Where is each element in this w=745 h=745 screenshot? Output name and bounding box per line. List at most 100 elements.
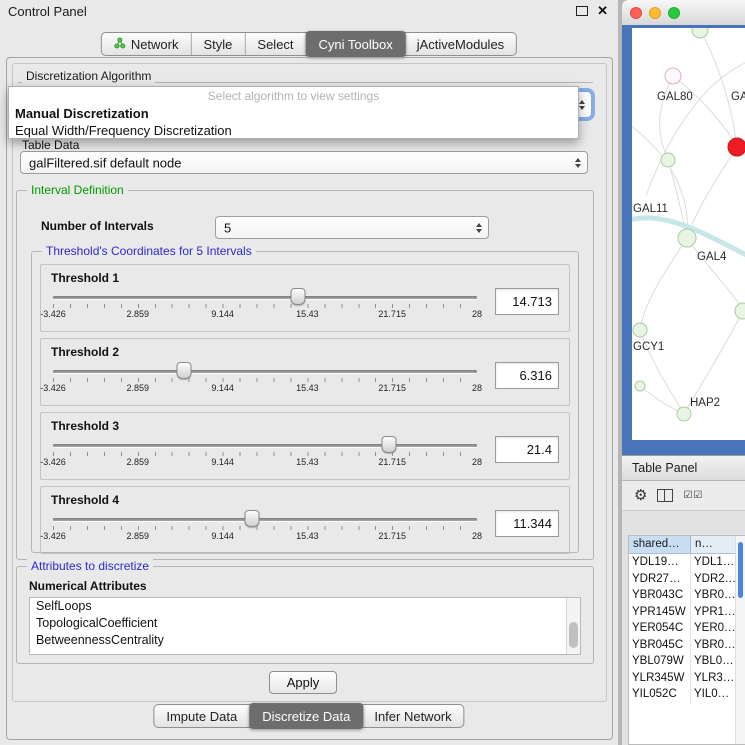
network-node[interactable] — [692, 28, 708, 38]
table-row[interactable]: YDR27…YDR2… — [629, 571, 745, 588]
table-cell[interactable]: YLR345W — [629, 670, 691, 687]
numerical-attributes-list[interactable]: SelfLoopsTopologicalCoefficientBetweenne… — [29, 597, 581, 655]
tab-select[interactable]: Select — [245, 33, 306, 55]
network-node[interactable] — [677, 407, 691, 421]
tab-infer-network[interactable]: Infer Network — [362, 705, 463, 727]
threshold-4-slider[interactable]: -3.4262.8599.14415.4321.71528 — [51, 509, 479, 547]
network-graph: GAL80 GA GAL11 GAL4 GCY1 HAP2 — [632, 28, 745, 440]
node-label: HAP2 — [690, 397, 720, 409]
table-cell[interactable]: YDR27… — [629, 571, 691, 588]
threshold-1-slider[interactable]: -3.4262.8599.14415.4321.71528 — [51, 287, 479, 325]
table-row[interactable]: YPR145WYPR1… — [629, 604, 745, 621]
slider-track[interactable] — [53, 518, 477, 521]
close-traffic-light-icon[interactable] — [630, 7, 642, 19]
network-node[interactable] — [633, 323, 647, 337]
table-cell[interactable]: YBR043C — [629, 587, 691, 604]
slider-ticks — [53, 304, 477, 308]
slider-track[interactable] — [53, 370, 477, 373]
threshold-3-value-field[interactable]: 21.4 — [495, 436, 559, 463]
dropdown-option-equal-width[interactable]: Equal Width/Frequency Discretization — [9, 122, 578, 139]
select-columns-icons[interactable]: ☑☑ — [683, 490, 703, 501]
node-table: shared… n… YDL19…YDL1…YDR27…YDR2…YBR043C… — [628, 535, 745, 745]
slider-thumb[interactable] — [176, 362, 191, 379]
table-row[interactable]: YIL052CYIL0… — [629, 686, 745, 703]
attribute-list-item[interactable]: TopologicalCoefficient — [30, 615, 580, 632]
table-row[interactable]: YDL19…YDL1… — [629, 554, 745, 571]
threshold-1-label: Threshold 1 — [51, 271, 119, 285]
number-of-intervals-combobox[interactable]: 5 — [215, 216, 489, 239]
scale-tick-label: 21.715 — [378, 457, 406, 467]
list-scrollbar[interactable] — [566, 598, 580, 654]
minimize-traffic-light-icon[interactable] — [649, 7, 661, 19]
table-data-combobox[interactable]: galFiltered.sif default node — [20, 151, 588, 174]
slider-scale-labels: -3.4262.8599.14415.4321.71528 — [53, 309, 477, 321]
network-window-titlebar[interactable] — [622, 0, 745, 26]
table-panel-title: Table Panel — [632, 461, 697, 475]
tab-jactivemodules[interactable]: jActiveModules — [405, 33, 516, 55]
scale-tick-label: -3.426 — [40, 383, 66, 393]
column-header-shared-name[interactable]: shared… — [629, 536, 691, 553]
network-node[interactable] — [635, 381, 645, 391]
scale-tick-label: -3.426 — [40, 531, 66, 541]
table-panel-header[interactable]: Table Panel — [622, 455, 745, 481]
number-of-intervals-label: Number of Intervals — [41, 219, 154, 233]
threshold-2-slider[interactable]: -3.4262.8599.14415.4321.71528 — [51, 361, 479, 399]
tab-style[interactable]: Style — [192, 33, 246, 55]
table-cell[interactable]: YIL052C — [629, 686, 691, 703]
number-of-intervals-value: 5 — [224, 220, 231, 235]
tab-label: Impute Data — [166, 709, 237, 724]
attribute-list-item[interactable]: BetweennessCentrality — [30, 632, 580, 649]
table-row[interactable]: YER054CYER0… — [629, 620, 745, 637]
scale-tick-label: 28 — [472, 309, 482, 319]
table-row[interactable]: YBL079WYBL0… — [629, 653, 745, 670]
table-row[interactable]: YLR345WYLR3… — [629, 670, 745, 687]
tab-network[interactable]: Network — [102, 33, 192, 55]
apply-button[interactable]: Apply — [269, 671, 337, 694]
slider-track[interactable] — [53, 444, 477, 447]
close-icon[interactable]: ✕ — [597, 3, 608, 19]
scale-tick-label: 15.43 — [296, 531, 319, 541]
slider-ticks — [53, 378, 477, 382]
slider-thumb[interactable] — [382, 436, 397, 453]
tab-label: Cyni Toolbox — [319, 37, 393, 52]
scale-tick-label: 21.715 — [378, 309, 406, 319]
tab-impute-data[interactable]: Impute Data — [154, 705, 250, 727]
attribute-list-item[interactable]: SelfLoops — [30, 598, 580, 615]
table-cell[interactable]: YBR045C — [629, 637, 691, 654]
float-window-icon[interactable] — [576, 6, 588, 16]
table-cell[interactable]: YDL19… — [629, 554, 691, 571]
slider-track[interactable] — [53, 296, 477, 299]
table-scrollbar[interactable] — [735, 536, 745, 744]
threshold-2-value-field[interactable]: 6.316 — [495, 362, 559, 389]
columns-icon[interactable] — [657, 489, 673, 502]
network-node[interactable] — [678, 229, 696, 247]
table-row[interactable]: YBR045CYBR0… — [629, 637, 745, 654]
slider-thumb[interactable] — [245, 510, 260, 527]
node-label: GAL80 — [657, 91, 693, 103]
scrollbar-thumb[interactable] — [569, 622, 578, 648]
scale-tick-label: 28 — [472, 383, 482, 393]
zoom-traffic-light-icon[interactable] — [668, 7, 680, 19]
network-node[interactable] — [661, 153, 675, 167]
threshold-1-value-field[interactable]: 14.713 — [495, 288, 559, 315]
table-cell[interactable]: YBL079W — [629, 653, 691, 670]
table-cell[interactable]: YPR145W — [629, 604, 691, 621]
network-node[interactable] — [735, 303, 745, 319]
control-panel-titlebar[interactable]: Control Panel ✕ — [0, 0, 618, 24]
dropdown-placeholder: Select algorithm to view settings — [9, 87, 578, 105]
scale-tick-label: 9.144 — [211, 531, 234, 541]
selected-network-node[interactable] — [728, 138, 745, 156]
network-node[interactable] — [665, 68, 681, 84]
table-row[interactable]: YBR043CYBR0… — [629, 587, 745, 604]
table-cell[interactable]: YER054C — [629, 620, 691, 637]
slider-ticks — [53, 452, 477, 456]
threshold-3-slider[interactable]: -3.4262.8599.14415.4321.71528 — [51, 435, 479, 473]
gear-icon[interactable]: ⚙ — [634, 488, 647, 503]
tab-cyni-toolbox[interactable]: Cyni Toolbox — [306, 31, 406, 57]
threshold-4-value-field[interactable]: 11.344 — [495, 510, 559, 537]
tab-discretize-data[interactable]: Discretize Data — [249, 703, 363, 729]
dropdown-option-manual-discretization[interactable]: Manual Discretization — [9, 105, 578, 122]
slider-thumb[interactable] — [291, 288, 306, 305]
network-canvas[interactable]: GAL80 GA GAL11 GAL4 GCY1 HAP2 — [632, 28, 745, 440]
scrollbar-thumb[interactable] — [738, 542, 743, 598]
